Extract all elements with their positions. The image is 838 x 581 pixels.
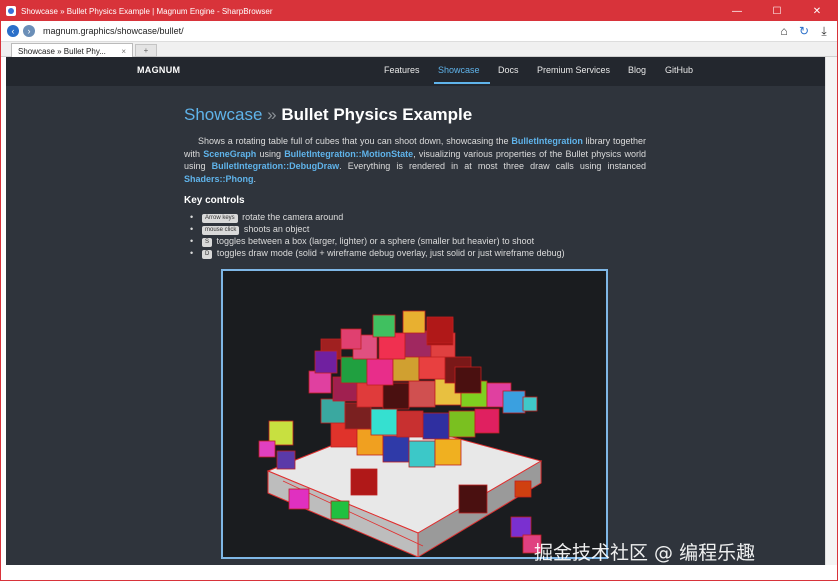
active-nav-indicator xyxy=(434,82,490,84)
nav-premium-services[interactable]: Premium Services xyxy=(537,65,610,75)
brand-logo[interactable]: MAGNUM xyxy=(137,65,180,75)
key-badge: mouse click xyxy=(202,226,240,235)
page-viewport: MAGNUM Features Showcase Docs Premium Se… xyxy=(6,57,825,565)
minimize-button[interactable]: — xyxy=(717,1,757,21)
intro-text: using xyxy=(256,148,285,159)
physics-scene xyxy=(258,310,543,557)
title-bar: Showcase » Bullet Physics Example | Magn… xyxy=(1,1,837,21)
key-badge: Arrow keys xyxy=(202,214,238,223)
link-motionstate[interactable]: BulletIntegration::MotionState xyxy=(284,149,413,159)
bullet: • xyxy=(190,212,194,222)
nav-showcase[interactable]: Showcase xyxy=(438,65,480,75)
breadcrumb-showcase[interactable]: Showcase xyxy=(184,105,262,124)
url-field[interactable]: magnum.graphics/showcase/bullet/ xyxy=(43,26,777,36)
tab-showcase[interactable]: Showcase » Bullet Phy... × xyxy=(11,43,133,58)
nav-docs[interactable]: Docs xyxy=(498,65,519,75)
refresh-icon[interactable]: ↻ xyxy=(797,24,811,38)
key-badge: S xyxy=(202,238,213,247)
tab-strip: Showcase » Bullet Phy... × + xyxy=(1,41,837,58)
link-bulletintegration[interactable]: BulletIntegration xyxy=(511,136,583,146)
control-description: shoots an object xyxy=(241,224,310,234)
bullet: • xyxy=(190,224,194,234)
nav-features[interactable]: Features xyxy=(384,65,420,75)
intro-text: . xyxy=(253,173,257,184)
watermark-text: 掘金技术社区 @ 编程乐趣 xyxy=(534,542,756,564)
bullet: • xyxy=(190,248,194,258)
browser-app-icon xyxy=(6,6,16,16)
control-description: toggles draw mode (solid + wireframe deb… xyxy=(214,248,565,258)
window-title: Showcase » Bullet Physics Example | Magn… xyxy=(21,6,273,16)
download-icon[interactable]: ⤓ xyxy=(817,24,831,38)
intro-text: Shows a rotating table full of cubes tha… xyxy=(198,136,512,146)
list-item: • Arrow keys rotate the camera around xyxy=(184,211,646,223)
list-item: • mouse click shoots an object xyxy=(184,223,646,235)
bullet: • xyxy=(190,236,194,246)
close-button[interactable]: ✕ xyxy=(797,1,837,21)
page-title-text: Bullet Physics Example xyxy=(281,105,473,124)
key-controls-heading: Key controls xyxy=(184,195,245,206)
intro-text: . Everything is rendered in at most thre… xyxy=(339,161,646,171)
back-arrow-icon[interactable]: ‹ xyxy=(7,25,19,37)
intro-paragraph: Shows a rotating table full of cubes tha… xyxy=(184,135,646,185)
vertical-scrollbar[interactable] xyxy=(825,57,837,565)
control-description: rotate the camera around xyxy=(239,212,344,222)
maximize-button[interactable]: ☐ xyxy=(757,1,797,21)
home-icon[interactable]: ⌂ xyxy=(777,24,791,38)
nav-github[interactable]: GitHub xyxy=(665,65,693,75)
control-description: toggles between a box (larger, lighter) … xyxy=(214,236,535,246)
link-shaders-phong[interactable]: Shaders::Phong xyxy=(184,174,254,184)
address-bar: ‹ › magnum.graphics/showcase/bullet/ ⌂ ↻… xyxy=(1,21,837,41)
breadcrumb-separator: » xyxy=(267,105,277,124)
key-controls-list: • Arrow keys rotate the camera around • mo… xyxy=(184,211,646,259)
forward-arrow-icon[interactable]: › xyxy=(23,25,35,37)
browser-window: Showcase » Bullet Physics Example | Magn… xyxy=(0,0,838,581)
status-strip xyxy=(1,565,837,580)
nav-blog[interactable]: Blog xyxy=(628,65,646,75)
new-tab-button[interactable]: + xyxy=(135,44,157,57)
tab-close-icon[interactable]: × xyxy=(121,47,126,56)
link-debugdraw[interactable]: BulletIntegration::DebugDraw xyxy=(212,161,340,171)
webgl-demo-canvas[interactable] xyxy=(221,269,608,559)
list-item: • S toggles between a box (larger, lighte… xyxy=(184,235,646,247)
key-badge: D xyxy=(202,250,213,259)
article-content: Showcase » Bullet Physics Example Shows … xyxy=(184,105,646,259)
site-navbar: MAGNUM Features Showcase Docs Premium Se… xyxy=(6,57,825,86)
tab-label: Showcase » Bullet Phy... xyxy=(18,46,106,56)
list-item: • D toggles draw mode (solid + wireframe … xyxy=(184,247,646,259)
page-title: Showcase » Bullet Physics Example xyxy=(184,105,646,125)
link-scenegraph[interactable]: SceneGraph xyxy=(203,149,256,159)
